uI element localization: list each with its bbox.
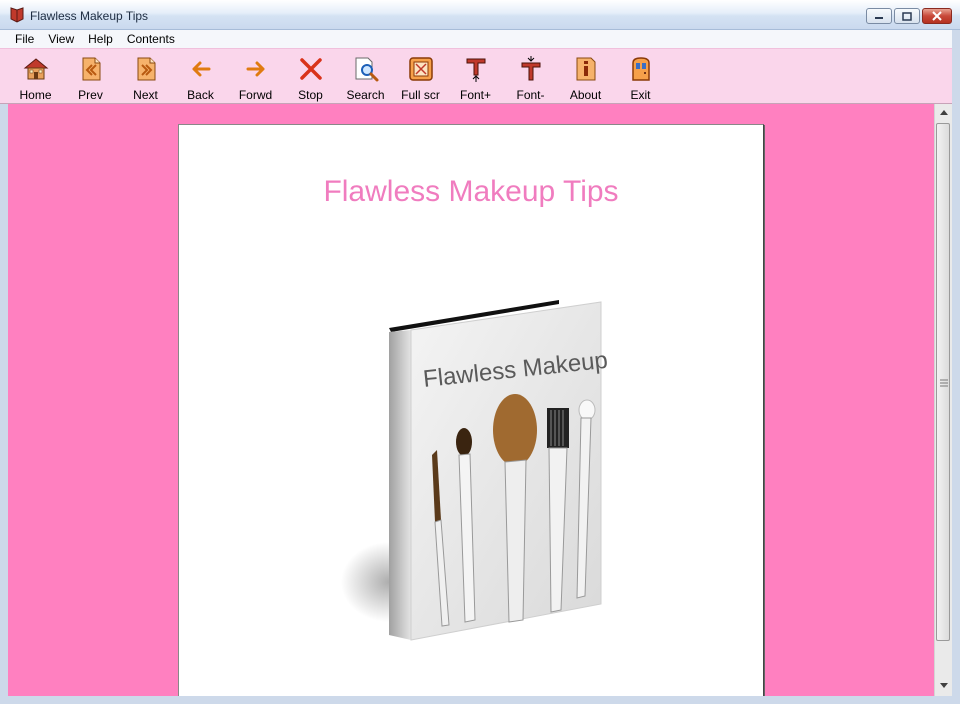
prev-button[interactable]: Prev [63,49,118,103]
stop-button[interactable]: Stop [283,49,338,103]
title-bar[interactable]: Flawless Makeup Tips [0,0,960,30]
grip-icon [940,379,948,387]
prev-label: Prev [78,88,103,102]
exit-icon [631,57,650,81]
fullscreen-button[interactable]: Full scr [393,49,448,103]
close-icon [932,11,942,21]
stop-icon [299,58,322,80]
app-window: Flawless Makeup Tips File View Help Cont… [0,0,960,704]
next-icon [137,57,155,81]
home-label: Home [19,88,52,102]
toolbar: Home Prev Next Back Forwd Stop Search Fu… [0,48,960,104]
back-button[interactable]: Back [173,49,228,103]
back-arrow-icon [192,61,210,77]
font-increase-label: Font+ [459,88,492,102]
exit-button[interactable]: Exit [613,49,668,103]
scroll-up-button[interactable] [935,104,952,121]
content-area[interactable]: Flawless Makeup Tips Flawless Makeup [8,104,934,696]
search-button[interactable]: Search [338,49,393,103]
search-icon [355,57,378,82]
minimize-button[interactable] [866,8,892,24]
book-cover-image: Flawless Makeup Tips [341,300,609,641]
next-label: Next [133,88,158,102]
window-frame-right [952,30,960,704]
font-increase-button[interactable]: Font+ [448,49,503,103]
menu-contents[interactable]: Contents [120,32,182,46]
font-decrease-icon [521,56,540,81]
page-title: Flawless Makeup Tips [323,175,619,208]
menu-view[interactable]: View [41,32,81,46]
app-icon [10,7,24,23]
window-frame-left [0,104,8,704]
menu-bar: File View Help Contents [0,30,960,48]
exit-label: Exit [630,88,651,102]
fullscreen-label: Full scr [401,88,440,102]
menu-help[interactable]: Help [81,32,120,46]
about-button[interactable]: About [558,49,613,103]
next-button[interactable]: Next [118,49,173,103]
scroll-thumb[interactable] [936,123,950,641]
fullscreen-icon [408,57,433,81]
back-label: Back [187,88,214,102]
ebook-page: Flawless Makeup Tips Flawless Makeup [178,124,764,696]
forward-label: Forwd [238,88,273,102]
scroll-up-arrow-icon [939,110,948,115]
home-icon [23,58,48,80]
stop-label: Stop [298,88,323,102]
forward-arrow-icon [246,61,264,77]
font-decrease-button[interactable]: Font- [503,49,558,103]
home-button[interactable]: Home [8,49,63,103]
maximize-button[interactable] [894,8,920,24]
font-increase-icon [466,58,485,82]
minimize-icon [875,17,883,19]
maximize-icon [902,11,912,21]
window-frame-bottom [0,696,960,704]
prev-icon [82,57,100,81]
about-icon [576,57,595,81]
scroll-down-arrow-icon [939,683,948,688]
scroll-down-button[interactable] [935,677,952,694]
menu-file[interactable]: File [8,32,41,46]
window-title: Flawless Makeup Tips [30,9,149,23]
vertical-scrollbar[interactable] [934,104,952,696]
close-button[interactable] [922,8,952,24]
search-label: Search [346,88,385,102]
about-label: About [569,88,602,102]
font-decrease-label: Font- [516,88,545,102]
forward-button[interactable]: Forwd [228,49,283,103]
